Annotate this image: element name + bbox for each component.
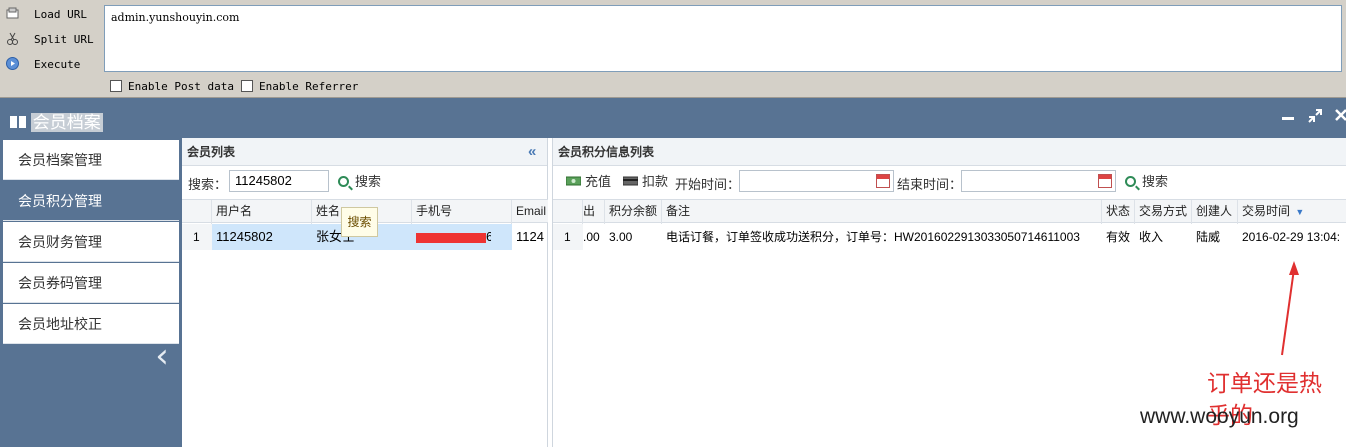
sidebar: 会员档案管理 会员积分管理 会员财务管理 会员券码管理 会员地址校正 xyxy=(0,138,182,447)
calendar-icon[interactable] xyxy=(876,174,890,188)
deduct-label: 扣款 xyxy=(642,174,669,189)
end-time-label: 结束时间： xyxy=(897,177,963,192)
execute-label: Execute xyxy=(34,58,81,71)
app-header xyxy=(0,98,1346,138)
restore-icon[interactable] xyxy=(1306,108,1324,126)
card-icon xyxy=(622,176,639,186)
sidebar-item-member-finance[interactable]: 会员财务管理 xyxy=(3,222,179,262)
book-icon xyxy=(10,116,26,128)
column-header-email[interactable]: Email xyxy=(512,200,548,224)
member-search-value: 11245802 xyxy=(235,173,292,188)
points-list-titlebar xyxy=(553,138,1346,166)
sidebar-item-label: 会员地址校正 xyxy=(18,316,102,332)
minimize-icon[interactable] xyxy=(1279,108,1297,126)
member-search-button[interactable]: 搜索 xyxy=(338,171,381,193)
points-list-title: 会员积分信息列表 xyxy=(558,145,655,159)
cell-username: 11245802 xyxy=(216,229,273,244)
checkbox-box[interactable] xyxy=(241,80,253,92)
column-header-balance[interactable]: 积分余额 xyxy=(605,200,662,224)
member-search-input[interactable]: 11245802 xyxy=(229,170,329,192)
sidebar-item-label: 会员积分管理 xyxy=(18,193,102,209)
annotation-arrow xyxy=(1281,261,1299,356)
split-url-label: Split URL xyxy=(34,33,94,46)
row-number-header xyxy=(182,200,212,224)
recharge-label: 充值 xyxy=(585,174,612,189)
play-icon xyxy=(6,57,19,70)
chevron-left-icon[interactable]: ‹ xyxy=(150,338,174,374)
start-time-input[interactable] xyxy=(739,170,894,192)
end-time-input[interactable] xyxy=(961,170,1116,192)
execute-button[interactable]: Execute xyxy=(0,52,100,76)
sidebar-item-label: 会员档案管理 xyxy=(18,152,102,168)
sort-desc-icon: ▼ xyxy=(1295,207,1305,217)
app-title-text: 会员档案 xyxy=(30,113,103,132)
cell-email: 1124 xyxy=(516,229,544,244)
member-search-label: 搜索： xyxy=(188,177,228,192)
recharge-button[interactable]: 充值 xyxy=(565,171,612,193)
checkbox-box[interactable] xyxy=(110,80,122,92)
column-header-username[interactable]: 用户名 xyxy=(212,200,312,224)
enable-post-checkbox[interactable]: Enable Post data xyxy=(110,80,234,93)
search-icon xyxy=(338,176,349,187)
column-header-time[interactable]: 交易时间 ▼ xyxy=(1238,200,1346,224)
sidebar-item-member-coupons[interactable]: 会员券码管理 xyxy=(3,263,179,303)
deduct-button[interactable]: 扣款 xyxy=(622,171,669,193)
enable-referrer-label: Enable Referrer xyxy=(259,80,359,93)
load-url-button[interactable]: Load URL xyxy=(0,2,100,26)
url-textarea[interactable]: admin.yunshouyin.com xyxy=(104,5,1342,72)
cell-phone-tail: 6 xyxy=(486,229,491,244)
cell-method: 收入 xyxy=(1139,230,1164,244)
enable-referrer-checkbox[interactable]: Enable Referrer xyxy=(241,80,358,93)
enable-post-label: Enable Post data xyxy=(128,80,234,93)
member-list-panel: 会员列表 « 搜索： 11245802 搜索 用户名 姓名 手机号 Email … xyxy=(182,138,548,447)
column-header-expense[interactable]: 支出 xyxy=(583,200,605,224)
close-icon[interactable] xyxy=(1332,108,1346,126)
redaction-bar xyxy=(416,232,486,243)
points-grid-header: 支出 积分余额 备注 状态 交易方式 创建人 交易时间 ▼ xyxy=(553,199,1346,224)
sidebar-item-member-archive[interactable]: 会员档案管理 xyxy=(3,140,179,180)
points-search-button[interactable]: 搜索 xyxy=(1125,171,1168,193)
split-url-button[interactable]: Split URL xyxy=(0,27,100,51)
points-search-button-label: 搜索 xyxy=(1142,174,1169,189)
hackbar-toolbar: Load URL Split URL Execute admin.yunshou… xyxy=(0,0,1346,98)
column-header-phone[interactable]: 手机号 xyxy=(412,200,512,224)
url-value: admin.yunshouyin.com xyxy=(111,11,240,24)
load-url-label: Load URL xyxy=(34,8,87,21)
search-icon xyxy=(1125,176,1136,187)
column-header-status[interactable]: 状态 xyxy=(1102,200,1135,224)
load-icon xyxy=(6,7,19,19)
cell-expense: .00 xyxy=(583,230,600,244)
cell-time: 2016-02-29 13:04: xyxy=(1242,230,1341,244)
member-list-title: 会员列表 xyxy=(187,145,236,159)
column-header-note[interactable]: 备注 xyxy=(662,200,1102,224)
row-number-header xyxy=(553,200,583,224)
watermark: www.wooyun.org xyxy=(1140,405,1299,428)
column-header-creator[interactable]: 创建人 xyxy=(1192,200,1238,224)
column-header-time-label: 交易时间 xyxy=(1242,204,1291,218)
column-header-method[interactable]: 交易方式 xyxy=(1135,200,1192,224)
sidebar-item-member-points[interactable]: 会员积分管理 xyxy=(3,181,179,221)
member-search-button-label: 搜索 xyxy=(355,174,382,189)
cell-phone: 6 xyxy=(416,224,491,250)
scissors-icon xyxy=(7,32,18,45)
search-tooltip: 搜索 xyxy=(341,207,378,237)
cell-note: 电话订餐，订单签收成功送积分，订单号：HW2016022913033050714… xyxy=(666,230,1080,244)
start-time-label: 开始时间： xyxy=(675,177,741,192)
app-title: 会员档案 xyxy=(10,108,103,132)
calendar-icon[interactable] xyxy=(1098,174,1112,188)
row-number: 1 xyxy=(553,224,583,250)
row-number: 1 xyxy=(182,224,212,250)
cell-balance: 3.00 xyxy=(609,230,633,244)
sidebar-item-label: 会员券码管理 xyxy=(18,275,102,291)
money-icon xyxy=(565,176,582,186)
collapse-left-icon[interactable]: « xyxy=(528,143,536,160)
table-row[interactable]: 1 .00 3.00 电话订餐，订单签收成功送积分，订单号：HW20160229… xyxy=(553,224,1346,250)
member-list-titlebar xyxy=(182,138,547,166)
annotation-line-1: 订单还是热 xyxy=(1207,371,1322,397)
cell-creator: 陆威 xyxy=(1196,230,1221,244)
cell-status: 有效 xyxy=(1106,230,1131,244)
sidebar-item-label: 会员财务管理 xyxy=(18,234,102,250)
